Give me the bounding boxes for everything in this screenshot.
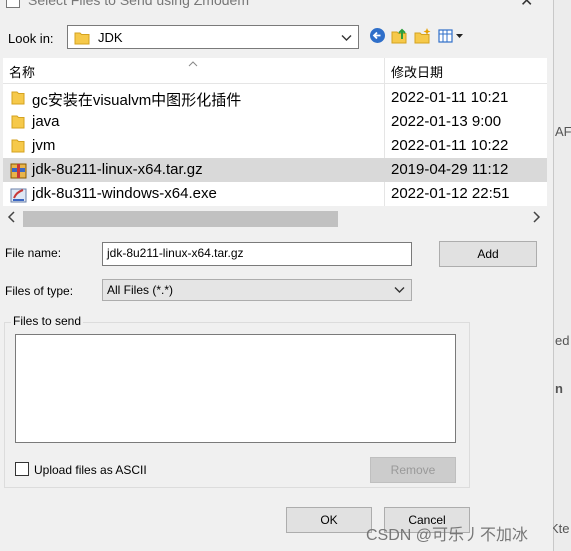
file-date: 2022-01-12 22:51 [391, 185, 510, 202]
file-name: gc安装在visualvm中图形化插件 [32, 92, 242, 109]
remove-button[interactable]: Remove [370, 457, 456, 483]
new-folder-button[interactable] [413, 27, 433, 48]
folder-icon [74, 31, 90, 48]
window-title: Select Files to Send using Zmodem [28, 0, 249, 8]
scrollbar-thumb[interactable] [23, 211, 338, 227]
up-folder-icon [391, 27, 409, 48]
installer-icon [10, 186, 28, 207]
new-folder-icon [414, 27, 432, 48]
app-icon [6, 0, 20, 8]
files-to-send-list[interactable] [15, 334, 456, 443]
file-name-label: File name: [5, 246, 62, 260]
file-row-java[interactable]: java 2022-01-13 9:00 [3, 110, 547, 134]
folder-icon [10, 90, 26, 109]
files-of-type-value: All Files (*.*) [107, 283, 174, 297]
scroll-left-icon[interactable] [7, 210, 16, 227]
look-in-value: JDK [98, 30, 123, 45]
file-date: 2022-01-13 9:00 [391, 113, 502, 130]
close-button[interactable]: ✕ [520, 0, 533, 11]
file-row-gc[interactable]: gc安装在visualvm中图形化插件 2022-01-11 10:21 [3, 86, 547, 110]
column-header-date[interactable]: 修改日期 [391, 62, 443, 81]
file-name: java [32, 113, 60, 130]
scroll-right-icon[interactable] [532, 210, 541, 227]
background-window [553, 0, 571, 551]
view-menu-button[interactable] [437, 28, 467, 46]
background-text: n [555, 381, 563, 396]
files-of-type-select[interactable]: All Files (*.*) [102, 279, 412, 301]
ok-button[interactable]: OK [286, 507, 372, 533]
chevron-down-icon [341, 31, 352, 46]
view-menu-icon [438, 28, 466, 46]
file-name: jvm [32, 137, 56, 154]
chevron-down-icon [394, 284, 405, 298]
folder-icon [10, 138, 26, 157]
file-date: 2019-04-29 11:12 [391, 161, 509, 178]
file-row-jdk-windows[interactable]: jdk-8u311-windows-x64.exe 2022-01-12 22:… [3, 182, 547, 206]
background-text: ed [555, 333, 570, 348]
look-in-label: Look in: [8, 31, 54, 46]
back-arrow-icon [369, 27, 386, 47]
look-in-dropdown[interactable]: JDK [67, 25, 359, 49]
sort-ascending-icon [188, 55, 198, 70]
file-name: jdk-8u211-linux-x64.tar.gz [32, 161, 203, 178]
upload-ascii-checkbox[interactable] [15, 462, 29, 476]
folder-icon [10, 114, 26, 133]
watermark-text: CSDN @可乐丿不加冰 [366, 527, 529, 544]
up-folder-button[interactable] [390, 28, 410, 46]
files-of-type-label: Files of type: [5, 284, 74, 298]
file-row-jvm[interactable]: jvm 2022-01-11 10:22 [3, 134, 547, 158]
file-date: 2022-01-11 10:22 [391, 137, 509, 154]
column-header-name[interactable]: 名称 [9, 62, 35, 81]
background-text: AF [555, 124, 571, 139]
file-name-input[interactable]: jdk-8u211-linux-x64.tar.gz [102, 242, 412, 266]
file-date: 2022-01-11 10:21 [391, 89, 509, 106]
file-name: jdk-8u311-windows-x64.exe [32, 185, 217, 202]
upload-ascii-label[interactable]: Upload files as ASCII [34, 463, 147, 477]
back-button[interactable] [367, 28, 387, 46]
archive-icon [10, 162, 28, 183]
files-to-send-label: Files to send [11, 314, 84, 328]
add-button[interactable]: Add [439, 241, 537, 267]
horizontal-scrollbar[interactable] [3, 208, 547, 230]
header-divider [3, 83, 547, 84]
file-row-jdk-linux[interactable]: jdk-8u211-linux-x64.tar.gz 2019-04-29 11… [3, 158, 547, 182]
